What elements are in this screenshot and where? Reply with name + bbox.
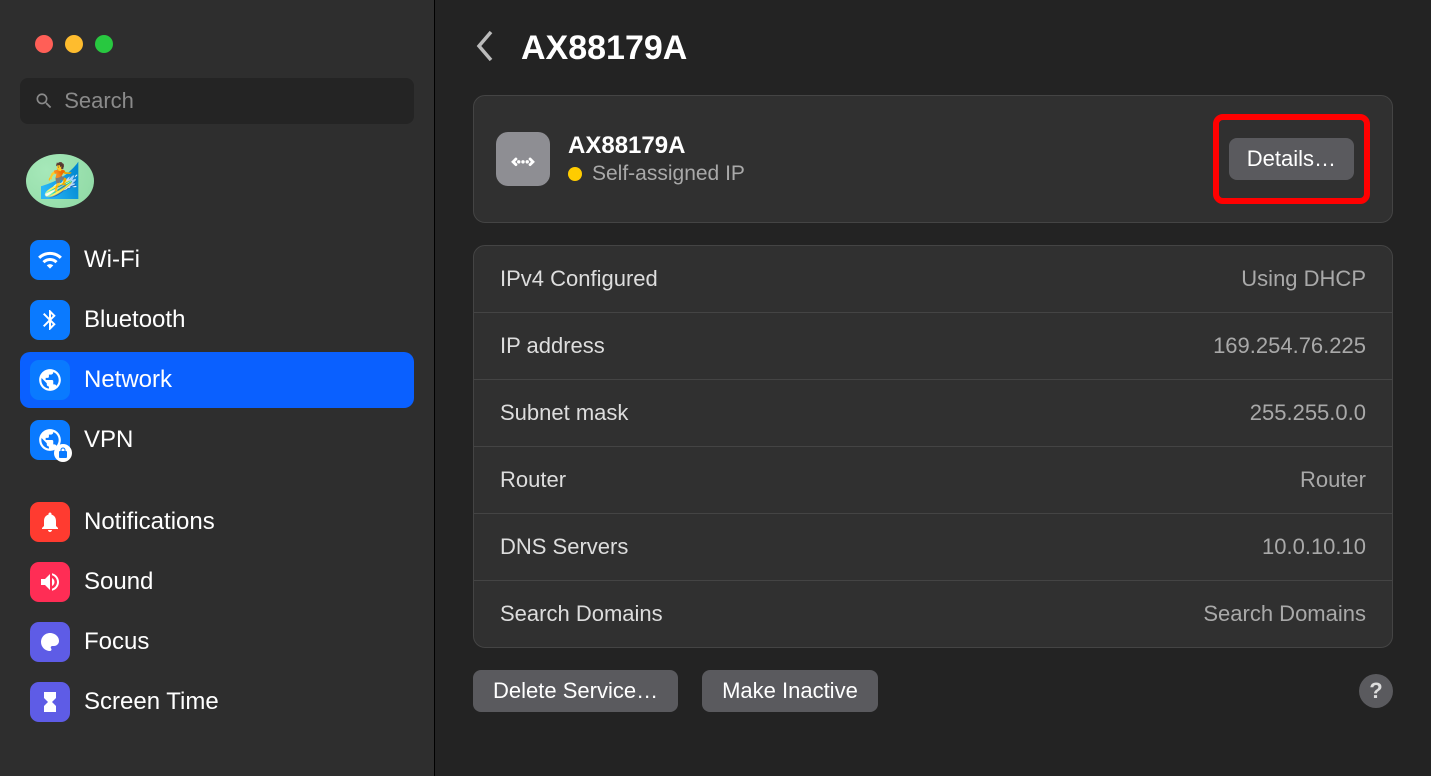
details-button[interactable]: Details… bbox=[1229, 138, 1354, 180]
sidebar-item-notifications[interactable]: Notifications bbox=[20, 494, 414, 550]
sidebar-item-screen-time[interactable]: Screen Time bbox=[20, 674, 414, 730]
detail-row: DNS Servers 10.0.10.10 bbox=[474, 514, 1392, 581]
status-dot-icon bbox=[568, 167, 582, 181]
make-inactive-button[interactable]: Make Inactive bbox=[702, 670, 878, 712]
search-input[interactable] bbox=[64, 88, 400, 114]
chevron-left-icon bbox=[473, 28, 497, 64]
sidebar-item-label: Sound bbox=[84, 568, 153, 596]
detail-row: IP address 169.254.76.225 bbox=[474, 313, 1392, 380]
detail-label: IP address bbox=[500, 333, 605, 359]
sidebar-item-label: Notifications bbox=[84, 508, 215, 536]
focus-icon bbox=[30, 622, 70, 662]
page-title: AX88179A bbox=[521, 29, 687, 68]
vpn-icon bbox=[30, 420, 70, 460]
interface-card: AX88179A Self-assigned IP Details… bbox=[473, 95, 1393, 223]
detail-row: Router Router bbox=[474, 447, 1392, 514]
ethernet-adapter-icon bbox=[496, 132, 550, 186]
search-box[interactable] bbox=[20, 78, 414, 124]
sidebar-item-bluetooth[interactable]: Bluetooth bbox=[20, 292, 414, 348]
sidebar-item-vpn[interactable]: VPN bbox=[20, 412, 414, 468]
screen-time-icon bbox=[30, 682, 70, 722]
sidebar-item-label: Network bbox=[84, 366, 172, 394]
bottom-action-bar: Delete Service… Make Inactive ? bbox=[473, 670, 1393, 712]
detail-value: Search Domains bbox=[1203, 601, 1366, 627]
search-icon bbox=[34, 90, 54, 112]
content-header: AX88179A bbox=[473, 28, 1393, 69]
back-button[interactable] bbox=[473, 28, 497, 69]
wifi-icon bbox=[30, 240, 70, 280]
detail-value: 10.0.10.10 bbox=[1262, 534, 1366, 560]
avatar[interactable]: 🏄 bbox=[26, 154, 94, 208]
sidebar: 🏄 Wi-Fi Bluetooth Network bbox=[0, 0, 435, 776]
interface-status: Self-assigned IP bbox=[568, 162, 1187, 186]
sidebar-item-focus[interactable]: Focus bbox=[20, 614, 414, 670]
details-card: IPv4 Configured Using DHCP IP address 16… bbox=[473, 245, 1393, 648]
annotation-highlight: Details… bbox=[1213, 114, 1370, 204]
sidebar-item-label: Screen Time bbox=[84, 688, 219, 716]
detail-row: IPv4 Configured Using DHCP bbox=[474, 246, 1392, 313]
sidebar-item-label: VPN bbox=[84, 426, 133, 454]
close-window-button[interactable] bbox=[35, 35, 53, 53]
sound-icon bbox=[30, 562, 70, 602]
detail-label: Search Domains bbox=[500, 601, 663, 627]
sidebar-item-network[interactable]: Network bbox=[20, 352, 414, 408]
sidebar-item-label: Bluetooth bbox=[84, 306, 185, 334]
bluetooth-icon bbox=[30, 300, 70, 340]
detail-row: Search Domains Search Domains bbox=[474, 581, 1392, 647]
sidebar-item-label: Focus bbox=[84, 628, 149, 656]
help-button[interactable]: ? bbox=[1359, 674, 1393, 708]
network-icon bbox=[30, 360, 70, 400]
window-controls bbox=[35, 35, 414, 53]
detail-label: DNS Servers bbox=[500, 534, 628, 560]
sidebar-item-sound[interactable]: Sound bbox=[20, 554, 414, 610]
detail-label: IPv4 Configured bbox=[500, 266, 658, 292]
detail-value: 255.255.0.0 bbox=[1250, 400, 1366, 426]
minimize-window-button[interactable] bbox=[65, 35, 83, 53]
delete-service-button[interactable]: Delete Service… bbox=[473, 670, 678, 712]
interface-status-text: Self-assigned IP bbox=[592, 162, 745, 186]
detail-value: Router bbox=[1300, 467, 1366, 493]
detail-value: Using DHCP bbox=[1241, 266, 1366, 292]
detail-label: Router bbox=[500, 467, 566, 493]
notifications-icon bbox=[30, 502, 70, 542]
content-area: AX88179A AX88179A Self-assigned IP Detai… bbox=[435, 0, 1431, 776]
detail-row: Subnet mask 255.255.0.0 bbox=[474, 380, 1392, 447]
sidebar-item-label: Wi-Fi bbox=[84, 246, 140, 274]
sidebar-item-wifi[interactable]: Wi-Fi bbox=[20, 232, 414, 288]
fullscreen-window-button[interactable] bbox=[95, 35, 113, 53]
interface-name: AX88179A bbox=[568, 132, 1187, 160]
detail-value: 169.254.76.225 bbox=[1213, 333, 1366, 359]
detail-label: Subnet mask bbox=[500, 400, 628, 426]
